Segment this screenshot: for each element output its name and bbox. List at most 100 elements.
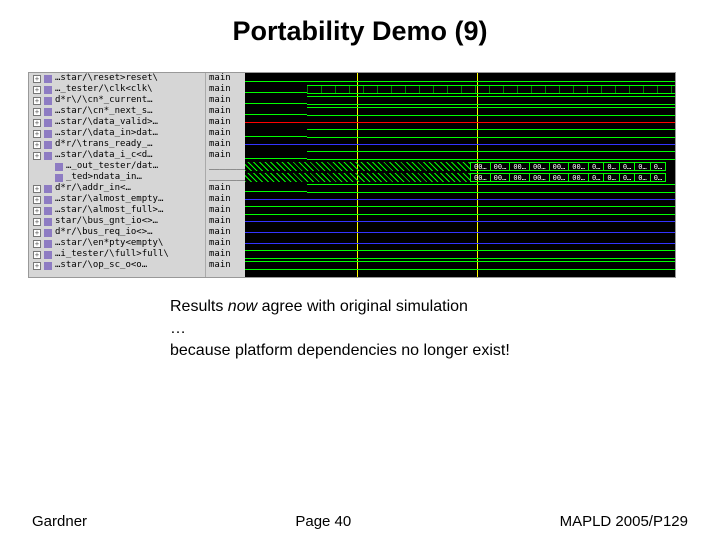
footer-right: MAPLD 2005/P129 — [560, 513, 688, 530]
signal-icon — [44, 196, 52, 204]
signal-name: +…_tester/\clk<clk\ — [29, 84, 205, 95]
signal-name: _ted>ndata_in… — [29, 172, 205, 183]
signal-name: …_out_tester/dat… — [29, 161, 205, 172]
data-cell: 00… — [568, 173, 589, 182]
data-cell: 0… — [634, 173, 650, 182]
signal-name: +d*r/\bus_req_io<>… — [29, 227, 205, 238]
signal-icon — [44, 207, 52, 215]
signal-value-column: mainmainmainmainmainmainmainmain________… — [205, 73, 245, 277]
waveform-track — [245, 183, 675, 194]
data-cell: 00… — [490, 162, 511, 171]
tree-toggle-icon[interactable]: + — [33, 152, 41, 160]
signal-name: +…star/\en*pty<empty\ — [29, 238, 205, 249]
signal-name: +…star/\cn*_next_s… — [29, 106, 205, 117]
signal-icon — [44, 108, 52, 116]
waveform-track — [245, 238, 675, 249]
signal-value: ___________ — [206, 161, 245, 172]
tree-toggle-icon[interactable]: + — [33, 130, 41, 138]
tree-toggle-icon[interactable]: + — [33, 207, 41, 215]
data-cell: 0… — [619, 173, 635, 182]
signal-value: ___________ — [206, 172, 245, 183]
signal-icon — [44, 119, 52, 127]
tree-toggle-icon[interactable]: + — [33, 119, 41, 127]
waveform-track — [245, 216, 675, 227]
signal-name-column: +…star/\reset>reset\+…_tester/\clk<clk\+… — [29, 73, 205, 277]
signal-icon — [44, 152, 52, 160]
waveform-track — [245, 260, 675, 271]
signal-name: +…star/\data_in>dat… — [29, 128, 205, 139]
signal-value: main — [206, 249, 245, 260]
data-cell: 0… — [603, 162, 619, 171]
signal-icon — [44, 229, 52, 237]
signal-value: main — [206, 150, 245, 161]
tree-toggle-icon[interactable]: + — [33, 97, 41, 105]
signal-value: main — [206, 194, 245, 205]
caption: Results now agree with original simulati… — [170, 296, 510, 362]
signal-value: main — [206, 84, 245, 95]
tree-toggle-icon[interactable]: + — [33, 196, 41, 204]
signal-icon — [55, 174, 63, 182]
tree-toggle-icon[interactable]: + — [33, 251, 41, 259]
signal-name: +…star/\data_i_c<d… — [29, 150, 205, 161]
tree-toggle-icon[interactable]: + — [33, 108, 41, 116]
waveform-track — [245, 227, 675, 238]
signal-value: main — [206, 73, 245, 84]
signal-icon — [44, 262, 52, 270]
footer: Gardner Page 40 MAPLD 2005/P129 — [0, 513, 720, 530]
data-cell: 00… — [529, 173, 550, 182]
data-cell: 0… — [650, 173, 666, 182]
tree-toggle-icon[interactable]: + — [33, 185, 41, 193]
signal-value: main — [206, 238, 245, 249]
signal-name: +star/\bus_gnt_io<>… — [29, 216, 205, 227]
caption-line-2: … — [170, 318, 510, 340]
signal-value: main — [206, 216, 245, 227]
waveform-track — [245, 106, 675, 117]
signal-value: main — [206, 95, 245, 106]
signal-name: +d*r/\addr_in<… — [29, 183, 205, 194]
waveform-track — [245, 84, 675, 95]
signal-value: main — [206, 260, 245, 271]
footer-left: Gardner — [32, 513, 87, 530]
tree-toggle-icon[interactable]: + — [33, 218, 41, 226]
signal-value: main — [206, 205, 245, 216]
slide: Portability Demo (9) +…star/\reset>reset… — [0, 0, 720, 540]
signal-value: main — [206, 227, 245, 238]
signal-name: +…star/\data_valid>… — [29, 117, 205, 128]
data-cell: 00… — [529, 162, 550, 171]
signal-icon — [44, 97, 52, 105]
signal-icon — [55, 163, 63, 171]
data-cell: 00… — [470, 162, 491, 171]
signal-value: main — [206, 106, 245, 117]
data-cell: 0… — [650, 162, 666, 171]
data-cell: 00… — [549, 173, 570, 182]
signal-value: main — [206, 128, 245, 139]
signal-icon — [44, 130, 52, 138]
signal-icon — [44, 185, 52, 193]
tree-toggle-icon[interactable]: + — [33, 141, 41, 149]
waveform-track — [245, 117, 675, 128]
tree-toggle-icon[interactable]: + — [33, 229, 41, 237]
caption-line-1: Results now agree with original simulati… — [170, 296, 510, 318]
data-cell: 00… — [549, 162, 570, 171]
waveform-track — [245, 194, 675, 205]
waveform-track: 00…00…00…00…00…00…0…0…0…0…0… — [245, 161, 675, 172]
data-cell: 00… — [509, 162, 530, 171]
waveform-track — [245, 73, 675, 84]
signal-value: main — [206, 117, 245, 128]
data-cell: 0… — [603, 173, 619, 182]
tree-toggle-icon[interactable]: + — [33, 86, 41, 94]
tree-toggle-icon[interactable]: + — [33, 75, 41, 83]
signal-icon — [44, 251, 52, 259]
tree-toggle-icon[interactable]: + — [33, 240, 41, 248]
tree-toggle-icon[interactable]: + — [33, 262, 41, 270]
data-cell: 0… — [588, 162, 604, 171]
waveform-track — [245, 128, 675, 139]
data-cell: 00… — [490, 173, 511, 182]
signal-name: +…i_tester/\full>full\ — [29, 249, 205, 260]
signal-name: +d*r\/\cn*_current… — [29, 95, 205, 106]
signal-icon — [44, 218, 52, 226]
waveform-track — [245, 95, 675, 106]
data-cell: 00… — [568, 162, 589, 171]
waveform-track — [245, 205, 675, 216]
signal-name: +…star/\op_sc_o<o… — [29, 260, 205, 271]
